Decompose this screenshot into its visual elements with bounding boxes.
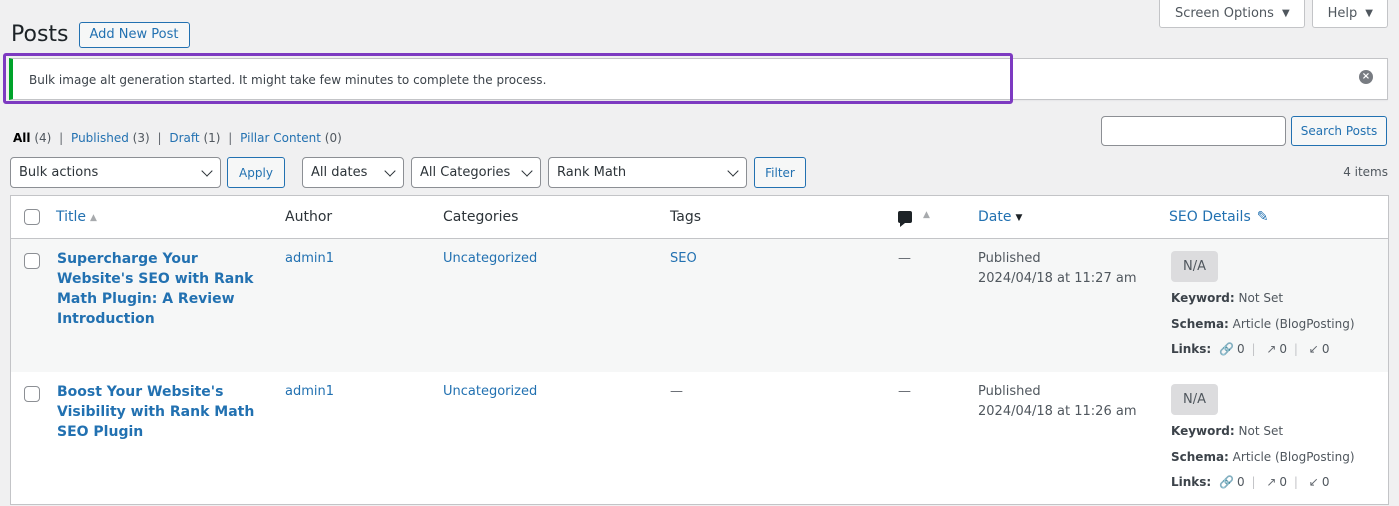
external-link-icon: ↗ — [1266, 342, 1277, 356]
chevron-down-icon — [384, 165, 396, 177]
seo-score-badge[interactable]: N/A — [1171, 384, 1218, 415]
links-line: Links: 🔗 0 | ↗ 0 | ↙ 0 — [1171, 475, 1330, 489]
incoming-link-icon: ↙ — [1308, 342, 1319, 356]
sort-icon: ▼ — [1015, 213, 1023, 223]
sort-icon: ▲ — [923, 210, 930, 220]
view-draft[interactable]: Draft (1) — [169, 131, 220, 145]
table-row: Supercharge Your Website's SEO with Rank… — [11, 239, 1388, 372]
categories-value: All Categories — [420, 165, 511, 180]
internal-link-icon: 🔗 — [1219, 342, 1235, 356]
dates-value: All dates — [311, 165, 368, 180]
author-link[interactable]: admin1 — [285, 384, 334, 399]
keyword-line: Keyword: Not Set — [1171, 424, 1284, 438]
post-date: 2024/04/18 at 11:27 am — [978, 271, 1137, 286]
column-seo-details[interactable]: SEO Details ✎ — [1169, 209, 1268, 225]
select-all-checkbox[interactable] — [24, 209, 40, 225]
view-published[interactable]: Published (3) — [71, 131, 150, 145]
page-title: Posts — [11, 22, 69, 47]
chevron-down-icon — [727, 165, 739, 177]
dates-select[interactable]: All dates — [302, 157, 404, 188]
page-heading: Posts Add New Post — [11, 22, 190, 48]
bulk-actions-select[interactable]: Bulk actions — [10, 157, 221, 188]
table-header: Title ▲ Author Categories Tags ▲ Date ▼ SE… — [11, 196, 1388, 239]
external-link-icon: ↗ — [1266, 475, 1277, 489]
view-pillar-content[interactable]: Pillar Content (0) — [240, 131, 342, 145]
search-posts-button[interactable]: Search Posts — [1291, 116, 1387, 146]
view-all-count: (4) — [34, 131, 52, 145]
add-new-post-button[interactable]: Add New Post — [78, 22, 190, 48]
post-title-link[interactable]: Supercharge Your Website's SEO with Rank… — [57, 249, 267, 329]
internal-link-icon: 🔗 — [1219, 475, 1235, 489]
author-link[interactable]: admin1 — [285, 251, 334, 266]
tags-empty: — — [670, 384, 683, 399]
seo-filter-value: Rank Math — [557, 165, 627, 180]
column-categories: Categories — [443, 209, 519, 225]
help-button[interactable]: Help ▼ — [1311, 0, 1388, 28]
post-title-link[interactable]: Boost Your Website's Visibility with Ran… — [57, 382, 267, 442]
row-checkbox[interactable] — [24, 253, 40, 269]
screen-meta-links: Screen Options ▼ Help ▼ — [1158, 0, 1388, 28]
column-date[interactable]: Date ▼ — [978, 209, 1022, 225]
column-author: Author — [285, 209, 333, 225]
items-count: 4 items — [1343, 165, 1388, 179]
apply-button[interactable]: Apply — [227, 157, 285, 188]
pencil-icon[interactable]: ✎ — [1257, 209, 1269, 225]
incoming-link-icon: ↙ — [1308, 475, 1319, 489]
search-input[interactable] — [1101, 116, 1286, 146]
post-status-views: All (4) | Published (3) | Draft (1) | Pi… — [13, 131, 342, 145]
bulk-actions-value: Bulk actions — [19, 165, 99, 180]
posts-table: Title ▲ Author Categories Tags ▲ Date ▼ SE… — [10, 195, 1389, 505]
categories-select[interactable]: All Categories — [411, 157, 541, 188]
success-notice: Bulk image alt generation started. It mi… — [9, 58, 1388, 100]
seo-score-badge[interactable]: N/A — [1171, 251, 1218, 282]
notice-text: Bulk image alt generation started. It mi… — [29, 73, 547, 87]
caret-down-icon: ▼ — [1365, 7, 1373, 19]
help-label: Help — [1327, 5, 1358, 21]
table-row: Boost Your Website's Visibility with Ran… — [11, 372, 1388, 506]
post-date: 2024/04/18 at 11:26 am — [978, 404, 1137, 419]
separator: | — [228, 131, 233, 145]
post-status: Published — [978, 251, 1041, 266]
separator: | — [59, 131, 64, 145]
filter-button[interactable]: Filter — [754, 157, 806, 188]
category-link[interactable]: Uncategorized — [443, 251, 537, 266]
chevron-down-icon — [521, 165, 533, 177]
sort-icon: ▲ — [90, 213, 97, 223]
schema-line: Schema: Article (BlogPosting) — [1171, 450, 1355, 464]
schema-line: Schema: Article (BlogPosting) — [1171, 317, 1355, 331]
view-all[interactable]: All — [13, 131, 31, 145]
seo-filter-select[interactable]: Rank Math — [548, 157, 747, 188]
category-link[interactable]: Uncategorized — [443, 384, 537, 399]
links-line: Links: 🔗 0 | ↗ 0 | ↙ 0 — [1171, 342, 1330, 356]
keyword-line: Keyword: Not Set — [1171, 291, 1284, 305]
caret-down-icon: ▼ — [1281, 7, 1290, 19]
chevron-down-icon — [201, 165, 213, 177]
dismiss-icon[interactable]: × — [1359, 70, 1373, 84]
screen-options-button[interactable]: Screen Options ▼ — [1158, 0, 1305, 28]
tag-link[interactable]: SEO — [670, 251, 697, 266]
screen-options-label: Screen Options — [1174, 5, 1274, 21]
post-status: Published — [978, 384, 1041, 399]
row-checkbox[interactable] — [24, 386, 40, 402]
column-title[interactable]: Title ▲ — [56, 209, 97, 225]
separator: | — [157, 131, 162, 145]
comment-count: — — [898, 251, 911, 266]
column-tags: Tags — [670, 209, 701, 225]
comment-icon[interactable] — [898, 211, 912, 227]
comment-count: — — [898, 384, 911, 399]
